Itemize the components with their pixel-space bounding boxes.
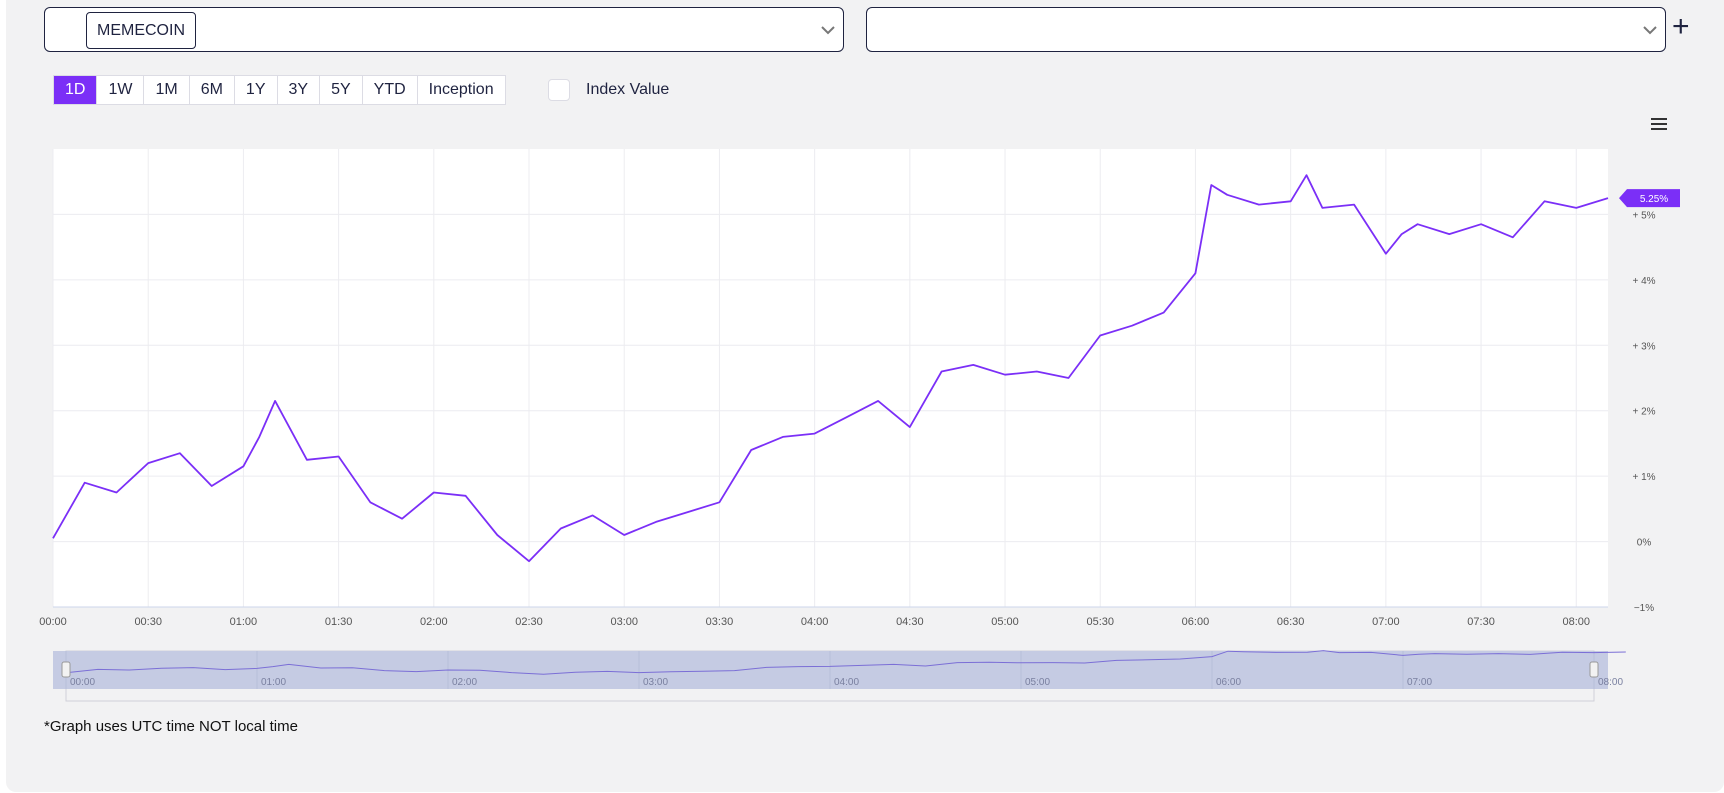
price-chart: 00:00 00:30 01:00 01:30 02:00 02:30 03:00 03:30… [39, 149, 1680, 702]
last-value-label: 5.25% [1640, 194, 1668, 205]
y-tick-label: + 4% [1632, 276, 1655, 287]
x-tick-label: 07:30 [1467, 616, 1495, 628]
navigator-tick-label: 05:00 [1025, 677, 1050, 688]
navigator-tick-label: 00:00 [70, 677, 95, 688]
navigator-tick-label: 04:00 [834, 677, 859, 688]
y-tick-label: + 5% [1632, 210, 1655, 221]
x-tick-label: 06:30 [1277, 616, 1305, 628]
x-tick-label: 03:00 [610, 616, 638, 628]
y-tick-label: + 3% [1632, 341, 1655, 352]
x-tick-label: 05:30 [1086, 616, 1114, 628]
x-tick-label: 03:30 [706, 616, 734, 628]
y-tick-label: + 2% [1632, 407, 1655, 418]
navigator-tick-label: 08:00 [1598, 677, 1623, 688]
x-tick-label: 00:00 [39, 616, 67, 628]
x-tick-label: 05:00 [991, 616, 1019, 628]
navigator-tick-label: 03:00 [643, 677, 668, 688]
x-tick-label: 02:00 [420, 616, 448, 628]
x-tick-label: 07:00 [1372, 616, 1400, 628]
x-tick-label: 02:30 [515, 616, 543, 628]
footnote: *Graph uses UTC time NOT local time [44, 718, 298, 735]
x-tick-label: 01:30 [325, 616, 353, 628]
x-tick-label: 04:30 [896, 616, 924, 628]
x-tick-label: 00:30 [134, 616, 162, 628]
navigator-right-handle[interactable] [1589, 661, 1599, 678]
plot-area [53, 149, 1608, 607]
x-tick-label: 04:00 [801, 616, 829, 628]
y-tick-label: + 1% [1632, 472, 1655, 483]
last-value-badge: 5.25% [1619, 189, 1680, 208]
navigator-tick-label: 01:00 [261, 677, 286, 688]
x-tick-label: 06:00 [1182, 616, 1210, 628]
x-tick-label: 01:00 [230, 616, 258, 628]
navigator-tick-label: 06:00 [1216, 677, 1241, 688]
y-tick-label: −1% [1634, 603, 1654, 614]
navigator-left-handle[interactable] [61, 661, 71, 678]
navigator-tick-label: 07:00 [1407, 677, 1432, 688]
y-tick-label: 0% [1637, 538, 1652, 549]
x-tick-label: 08:00 [1562, 616, 1590, 628]
navigator-tick-label: 02:00 [452, 677, 477, 688]
